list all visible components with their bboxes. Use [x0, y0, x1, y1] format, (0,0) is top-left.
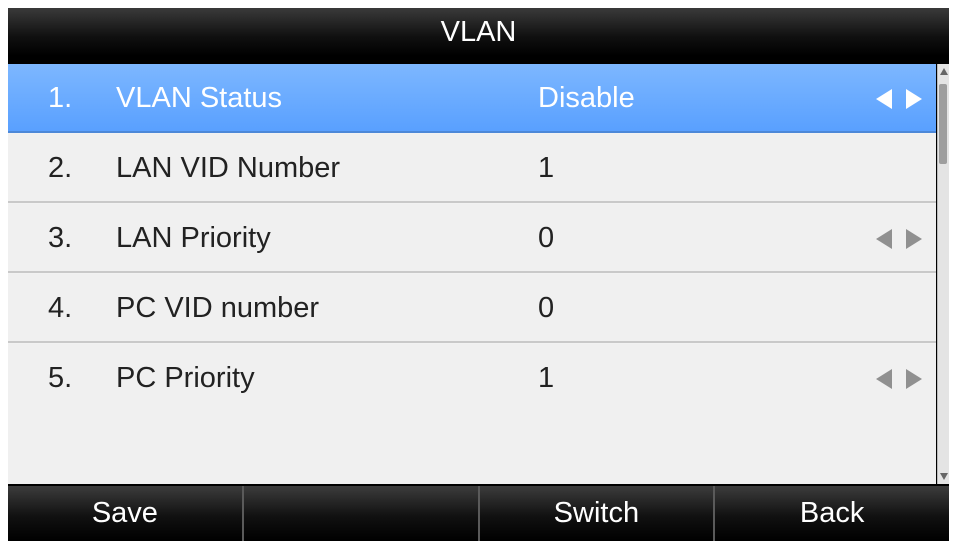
arrow-right-icon[interactable]: [906, 88, 922, 109]
row-lan-vid-number[interactable]: 2. LAN VID Number 1: [8, 134, 936, 203]
row-label: PC Priority: [116, 362, 255, 394]
row-pc-vid-number[interactable]: 4. PC VID number 0: [8, 274, 936, 343]
row-value[interactable]: Disable: [538, 64, 635, 133]
row-label: PC VID number: [116, 292, 320, 324]
arrow-left-icon[interactable]: [876, 228, 892, 249]
arrow-left-icon[interactable]: [876, 88, 892, 109]
row-pc-priority[interactable]: 5. PC Priority 1: [8, 344, 936, 413]
row-number: 5.: [48, 362, 73, 394]
row-vlan-status[interactable]: 1. VLAN Status Disable: [8, 64, 936, 133]
row-number: 2.: [48, 152, 73, 184]
row-lan-priority[interactable]: 3. LAN Priority 0: [8, 204, 936, 273]
value-switcher[interactable]: [876, 204, 922, 273]
row-label: LAN VID Number: [116, 152, 341, 184]
value-switcher[interactable]: [876, 344, 922, 413]
value-switcher[interactable]: [876, 64, 922, 133]
row-number: 3.: [48, 222, 73, 254]
row-value[interactable]: 1: [538, 134, 554, 203]
empty-softkey[interactable]: [244, 486, 480, 541]
page-title: VLAN: [8, 8, 949, 56]
scroll-up-icon[interactable]: [940, 68, 948, 75]
switch-button[interactable]: Switch: [480, 486, 716, 541]
arrow-right-icon[interactable]: [906, 228, 922, 249]
row-value[interactable]: 1: [538, 344, 554, 413]
row-value[interactable]: 0: [538, 274, 554, 343]
settings-list: 1. VLAN Status Disable 2. LAN VID Number…: [8, 64, 936, 484]
softkey-bar: Save Switch Back: [8, 486, 949, 541]
scroll-down-icon[interactable]: [940, 473, 948, 480]
empty-row: [8, 411, 936, 484]
scrollbar[interactable]: [937, 64, 949, 484]
arrow-left-icon[interactable]: [876, 368, 892, 389]
row-number: 4.: [48, 292, 73, 324]
back-button[interactable]: Back: [715, 486, 949, 541]
row-value[interactable]: 0: [538, 204, 554, 273]
scroll-thumb[interactable]: [939, 84, 947, 164]
row-label: VLAN Status: [116, 82, 283, 114]
arrow-right-icon[interactable]: [906, 368, 922, 389]
phone-screen: VLAN 1. VLAN Status Disable 2. LAN VID N…: [8, 8, 949, 541]
row-number: 1.: [48, 82, 73, 114]
save-button[interactable]: Save: [8, 486, 244, 541]
row-label: LAN Priority: [116, 222, 271, 254]
